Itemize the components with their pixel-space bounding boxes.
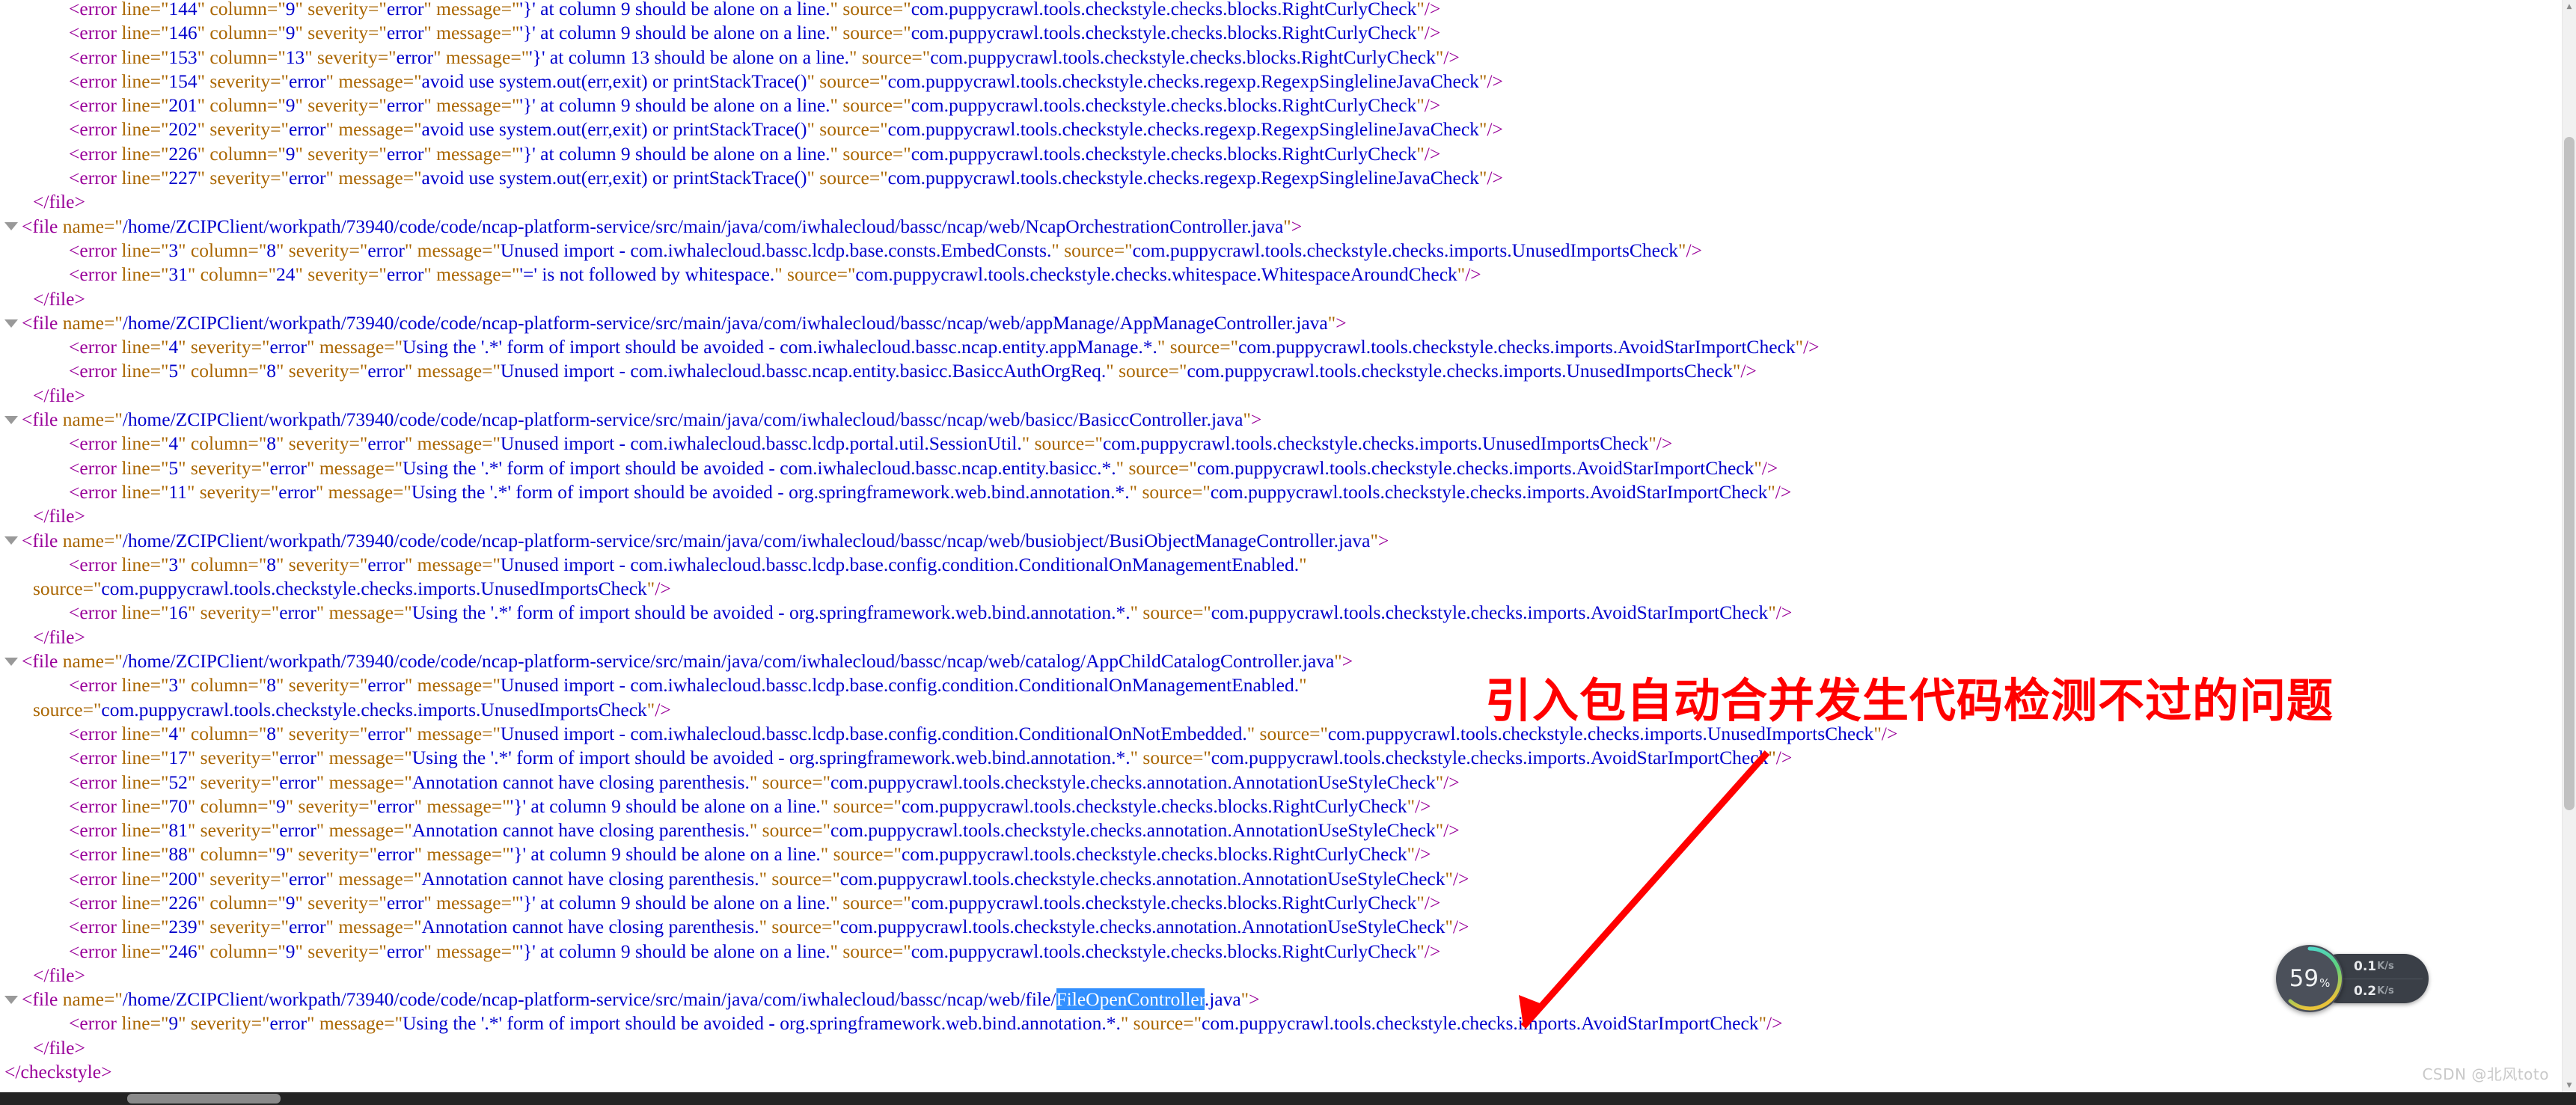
scroll-down-arrow-icon[interactable]: ▼	[2563, 1079, 2576, 1092]
selected-text: FileOpenController	[1056, 988, 1205, 1011]
cpu-usage-gauge[interactable]: 59 %	[2276, 945, 2343, 1012]
xml-document-viewport[interactable]: <error line="144" column="9" severity="e…	[0, 0, 2563, 1092]
download-rate-value: 0.2	[2354, 983, 2377, 999]
download-rate-unit: K/s	[2377, 985, 2394, 997]
cpu-percent-display: 59 %	[2276, 945, 2343, 1012]
download-rate-row: ▼ 0.2 K/s	[2330, 979, 2424, 1003]
collapse-triangle-icon[interactable]	[4, 319, 18, 328]
cpu-percent-sign: %	[2319, 976, 2331, 990]
collapse-triangle-icon[interactable]	[4, 995, 18, 1004]
vertical-scrollbar[interactable]: ▲ ▼	[2562, 0, 2576, 1092]
collapse-triangle-icon[interactable]	[4, 657, 18, 666]
scroll-up-arrow-icon[interactable]: ▲	[2563, 0, 2576, 13]
cpu-percent-value: 59	[2289, 965, 2319, 992]
vertical-scrollbar-thumb[interactable]	[2564, 137, 2575, 810]
watermark: CSDN @北风toto	[2422, 1065, 2549, 1083]
xml-document-content[interactable]: <error line="144" column="9" severity="e…	[0, 0, 2563, 1084]
system-monitor-widget[interactable]: ▲ 0.1 K/s ▼ 0.2 K/s 59 %	[2276, 945, 2429, 1012]
upload-rate-unit: K/s	[2377, 961, 2394, 972]
upload-rate-row: ▲ 0.1 K/s	[2330, 954, 2424, 979]
collapse-triangle-icon[interactable]	[4, 222, 18, 231]
horizontal-scrollbar[interactable]	[0, 1092, 2576, 1105]
upload-rate-value: 0.1	[2354, 958, 2377, 974]
collapse-triangle-icon[interactable]	[4, 415, 18, 424]
horizontal-scrollbar-thumb[interactable]	[127, 1094, 281, 1104]
collapse-triangle-icon[interactable]	[4, 536, 18, 545]
